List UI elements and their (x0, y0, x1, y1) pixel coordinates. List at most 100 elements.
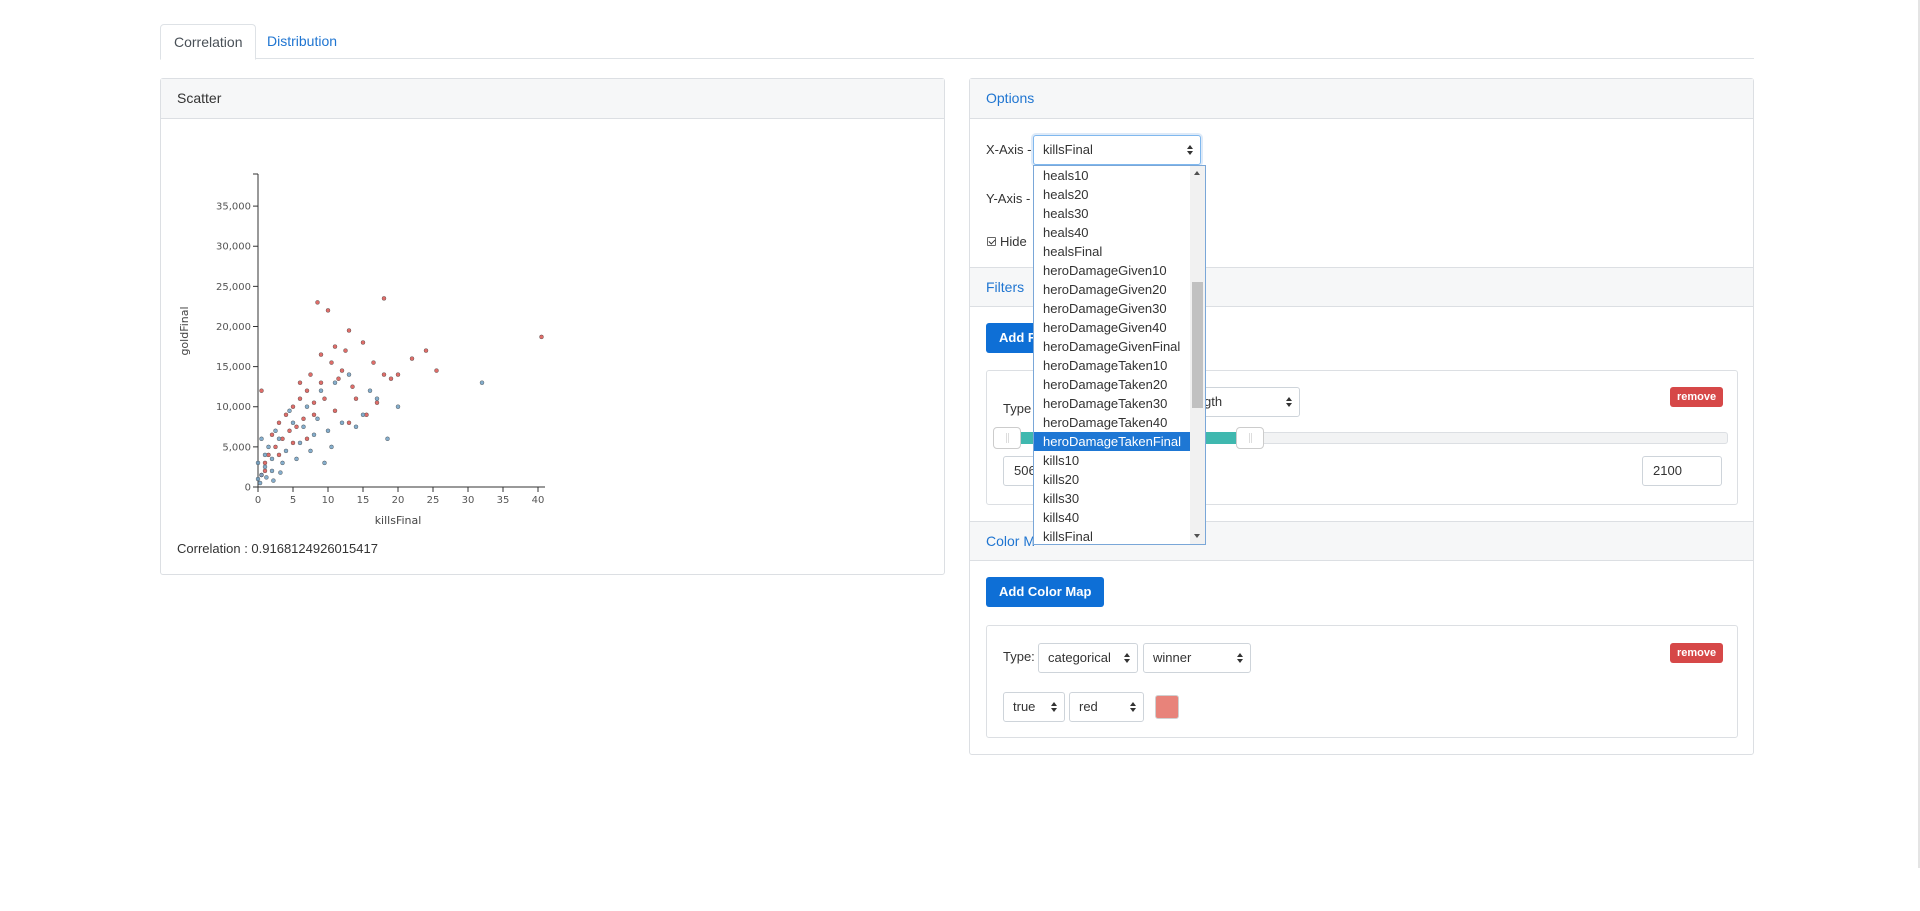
scatter-point (395, 404, 401, 409)
color-swatch[interactable] (1155, 695, 1179, 719)
scatter-point (259, 472, 264, 478)
scatter-point (336, 376, 341, 381)
add-color-map-button[interactable]: Add Color Map (986, 577, 1105, 607)
hide-checkbox[interactable] (987, 237, 996, 246)
dropdown-option[interactable]: heroDamageTakenFinal (1034, 432, 1190, 451)
filter-type-label: Type (1003, 401, 1032, 416)
dropdown-option[interactable]: heroDamageGivenFinal (1034, 337, 1190, 356)
scatter-point (262, 464, 268, 470)
scatter-point (311, 432, 317, 437)
dropdown-option[interactable]: killsFinal (1034, 527, 1190, 544)
y-tick-label: 5,000 (222, 442, 251, 453)
x-tick-label: 40 (532, 495, 545, 506)
dropdown-option[interactable]: heroDamageTaken30 (1034, 394, 1190, 413)
color-map-color-select[interactable]: red (1069, 692, 1144, 722)
scatter-point (434, 368, 439, 373)
color-map-field-select[interactable]: winner (1143, 643, 1251, 673)
scatter-point (346, 372, 352, 377)
y-tick-label: 35,000 (216, 202, 251, 213)
scatter-point (255, 460, 261, 466)
slider-max-handle[interactable] (1236, 427, 1265, 449)
dropdown-scrollbar[interactable] (1190, 166, 1205, 544)
x-tick-label: 5 (290, 495, 296, 506)
scroll-up-icon[interactable] (1194, 171, 1200, 175)
scatter-point (332, 344, 338, 349)
scatter-point (329, 444, 334, 450)
scatter-point (371, 360, 376, 365)
scatter-point (304, 436, 310, 441)
scatter-point (343, 348, 348, 353)
dropdown-option[interactable]: heals30 (1034, 204, 1190, 223)
scatter-point (266, 444, 271, 450)
scatter-point (385, 436, 390, 441)
scatter-point (262, 468, 268, 474)
color-map-type-select[interactable]: categorical (1038, 643, 1138, 673)
scatter-point (269, 456, 275, 462)
scatter-point (276, 420, 282, 425)
dropdown-option[interactable]: kills20 (1034, 470, 1190, 489)
dropdown-option[interactable]: heroDamageGiven40 (1034, 318, 1190, 337)
scatter-point (269, 432, 275, 437)
dropdown-option[interactable]: kills30 (1034, 489, 1190, 508)
scatter-point (339, 368, 345, 373)
color-map-field-value: winner (1153, 650, 1192, 665)
scatter-point (360, 340, 366, 345)
y-tick-label: 25,000 (216, 282, 251, 293)
scatter-point (339, 420, 345, 425)
dropdown-option[interactable]: healsFinal (1034, 242, 1190, 261)
options-header[interactable]: Options (970, 79, 1753, 119)
dropdown-option[interactable]: heroDamageTaken40 (1034, 413, 1190, 432)
scatter-point (271, 478, 276, 483)
scatter-point (269, 468, 275, 474)
select-arrows-icon (1124, 653, 1130, 663)
scatter-point (479, 380, 485, 385)
scatter-point (360, 412, 366, 417)
dropdown-option[interactable]: heroDamageGiven10 (1034, 261, 1190, 280)
scatter-point (297, 440, 303, 446)
scatter-point (395, 372, 401, 377)
dropdown-option[interactable]: heals10 (1034, 166, 1190, 185)
dropdown-option[interactable]: heroDamageGiven30 (1034, 299, 1190, 318)
slider-min-handle[interactable] (993, 427, 1021, 449)
x-tick-label: 0 (255, 495, 261, 506)
scroll-down-icon[interactable] (1194, 534, 1200, 538)
select-arrows-icon (1237, 653, 1243, 663)
x-axis-dropdown-list[interactable]: heals10 heals20 heals30 heals40 healsFinal he… (1033, 165, 1206, 545)
dropdown-option[interactable]: heroDamageGiven20 (1034, 280, 1190, 299)
x-axis-label: X-Axis - (986, 142, 1032, 157)
scatter-point (287, 408, 292, 413)
select-arrows-icon (1187, 145, 1193, 155)
dropdown-option[interactable]: heals20 (1034, 185, 1190, 204)
scatter-point (423, 348, 429, 353)
scatter-card: Scatter 0 5 10 15 20 25 30 35 40 0 5,000 10,000 15,0… (160, 78, 945, 575)
scatter-point (280, 460, 285, 466)
scatter-point (367, 388, 373, 393)
x-tick-label: 25 (427, 495, 440, 506)
y-axis-title: goldFinal (178, 306, 191, 355)
scatter-point (304, 388, 310, 393)
color-map-key-select[interactable]: true (1003, 692, 1065, 722)
dropdown-option[interactable]: kills40 (1034, 508, 1190, 527)
x-tick-label: 35 (497, 495, 510, 506)
dropdown-option[interactable]: heroDamageTaken20 (1034, 375, 1190, 394)
color-map-remove-button[interactable]: remove (1670, 643, 1724, 663)
scatter-point (311, 400, 317, 405)
scatter-point (315, 300, 320, 305)
scroll-thumb[interactable] (1192, 282, 1203, 408)
tab-correlation[interactable]: Correlation (160, 24, 257, 60)
dropdown-option[interactable]: heals40 (1034, 223, 1190, 242)
filter-field-select[interactable]: gth (1194, 387, 1300, 417)
filter-remove-button[interactable]: remove (1670, 387, 1724, 407)
scatter-point (255, 476, 261, 482)
tab-distribution[interactable]: Distribution (254, 24, 350, 59)
x-axis-select[interactable]: killsFinal (1033, 135, 1201, 165)
filter-max-input[interactable]: 2100 (1642, 456, 1722, 486)
dropdown-option[interactable]: kills10 (1034, 451, 1190, 470)
scatter-point (318, 388, 324, 393)
x-axis-title: killsFinal (375, 514, 422, 527)
scatter-point (325, 308, 331, 313)
y-tick-label: 30,000 (216, 242, 251, 253)
dropdown-option[interactable]: heroDamageTaken10 (1034, 356, 1190, 375)
color-map-type-label: Type: (1003, 649, 1035, 664)
scatter-point (353, 424, 359, 429)
